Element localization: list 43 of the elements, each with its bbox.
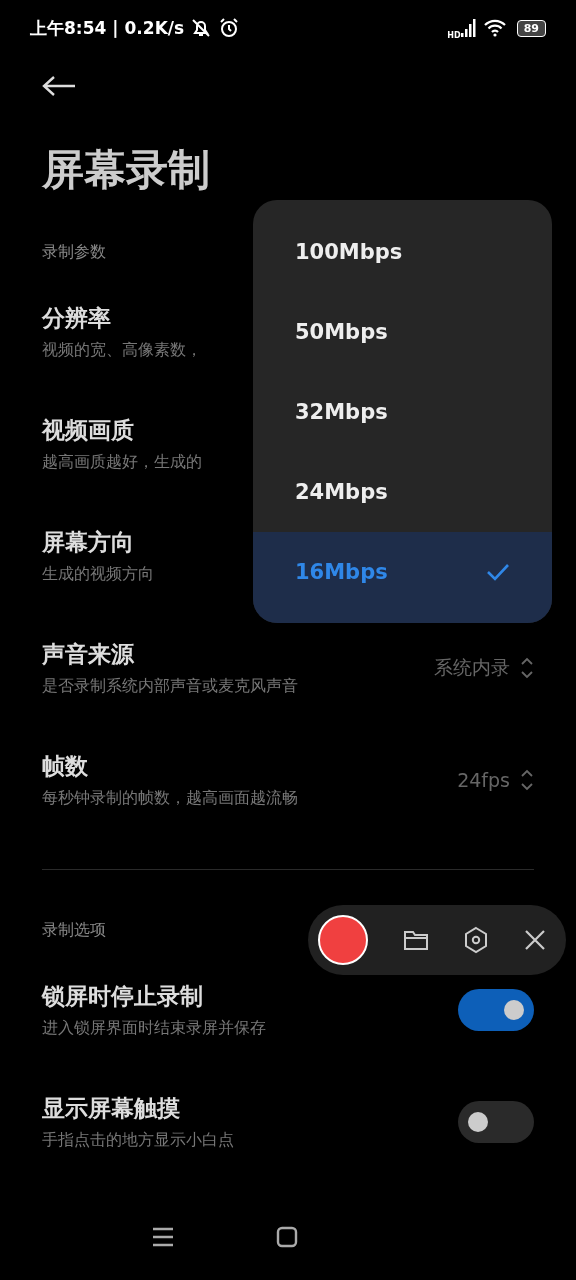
setting-title: 显示屏幕触摸 bbox=[42, 1094, 180, 1123]
status-time: 上午8:54 bbox=[30, 16, 107, 40]
toggle-switch[interactable] bbox=[458, 989, 534, 1031]
dropdown-option[interactable]: 50Mbps bbox=[253, 292, 552, 372]
folder-icon[interactable] bbox=[402, 929, 429, 951]
status-separator: | bbox=[112, 18, 119, 38]
record-button[interactable] bbox=[318, 915, 368, 965]
setting-description: 每秒钟录制的帧数，越高画面越流畅 bbox=[42, 788, 298, 809]
network-speed: 0.2K/s bbox=[124, 18, 185, 38]
dropdown-option[interactable]: 100Mbps bbox=[253, 212, 552, 292]
setting-title: 分辨率 bbox=[42, 304, 111, 333]
dropdown-option[interactable]: 16Mbps bbox=[253, 532, 552, 623]
toggle-switch[interactable] bbox=[458, 1101, 534, 1143]
settings-icon[interactable] bbox=[463, 926, 490, 954]
setting-description: 越高画质越好，生成的 bbox=[42, 452, 202, 473]
setting-description: 生成的视频方向 bbox=[42, 564, 154, 585]
checkmark-icon bbox=[486, 563, 510, 581]
setting-title: 屏幕方向 bbox=[42, 528, 134, 557]
menu-icon[interactable] bbox=[152, 1227, 174, 1247]
setting-title: 声音来源 bbox=[42, 640, 134, 669]
back-arrow-icon[interactable] bbox=[42, 75, 76, 97]
close-icon[interactable] bbox=[523, 929, 546, 951]
setting-description: 进入锁屏界面时结束录屏并保存 bbox=[42, 1018, 266, 1039]
setting-title: 锁屏时停止录制 bbox=[42, 982, 203, 1011]
setting-value[interactable]: 24fps bbox=[457, 769, 510, 791]
up-down-chevron-icon bbox=[520, 768, 534, 792]
up-down-chevron-icon bbox=[520, 656, 534, 680]
page-title: 屏幕录制 bbox=[41, 144, 210, 196]
dropdown-option[interactable]: 32Mbps bbox=[253, 372, 552, 452]
section-label: 录制参数 bbox=[42, 241, 106, 263]
battery-indicator: 89 bbox=[516, 19, 546, 37]
setting-value[interactable]: 系统内录 bbox=[434, 655, 510, 681]
setting-description: 是否录制系统内部声音或麦克风声音 bbox=[42, 676, 298, 697]
setting-title: 视频画质 bbox=[42, 416, 134, 445]
network-type-label: HD bbox=[447, 30, 461, 40]
setting-description: 视频的宽、高像素数， bbox=[42, 340, 202, 361]
dropdown-option[interactable]: 24Mbps bbox=[253, 452, 552, 532]
section-label: 录制选项 bbox=[42, 919, 106, 941]
setting-description: 手指点击的地方显示小白点 bbox=[42, 1130, 234, 1151]
home-icon[interactable] bbox=[276, 1226, 298, 1248]
setting-title: 帧数 bbox=[42, 752, 88, 781]
wifi-icon bbox=[482, 19, 507, 37]
signal-icon bbox=[460, 19, 477, 37]
